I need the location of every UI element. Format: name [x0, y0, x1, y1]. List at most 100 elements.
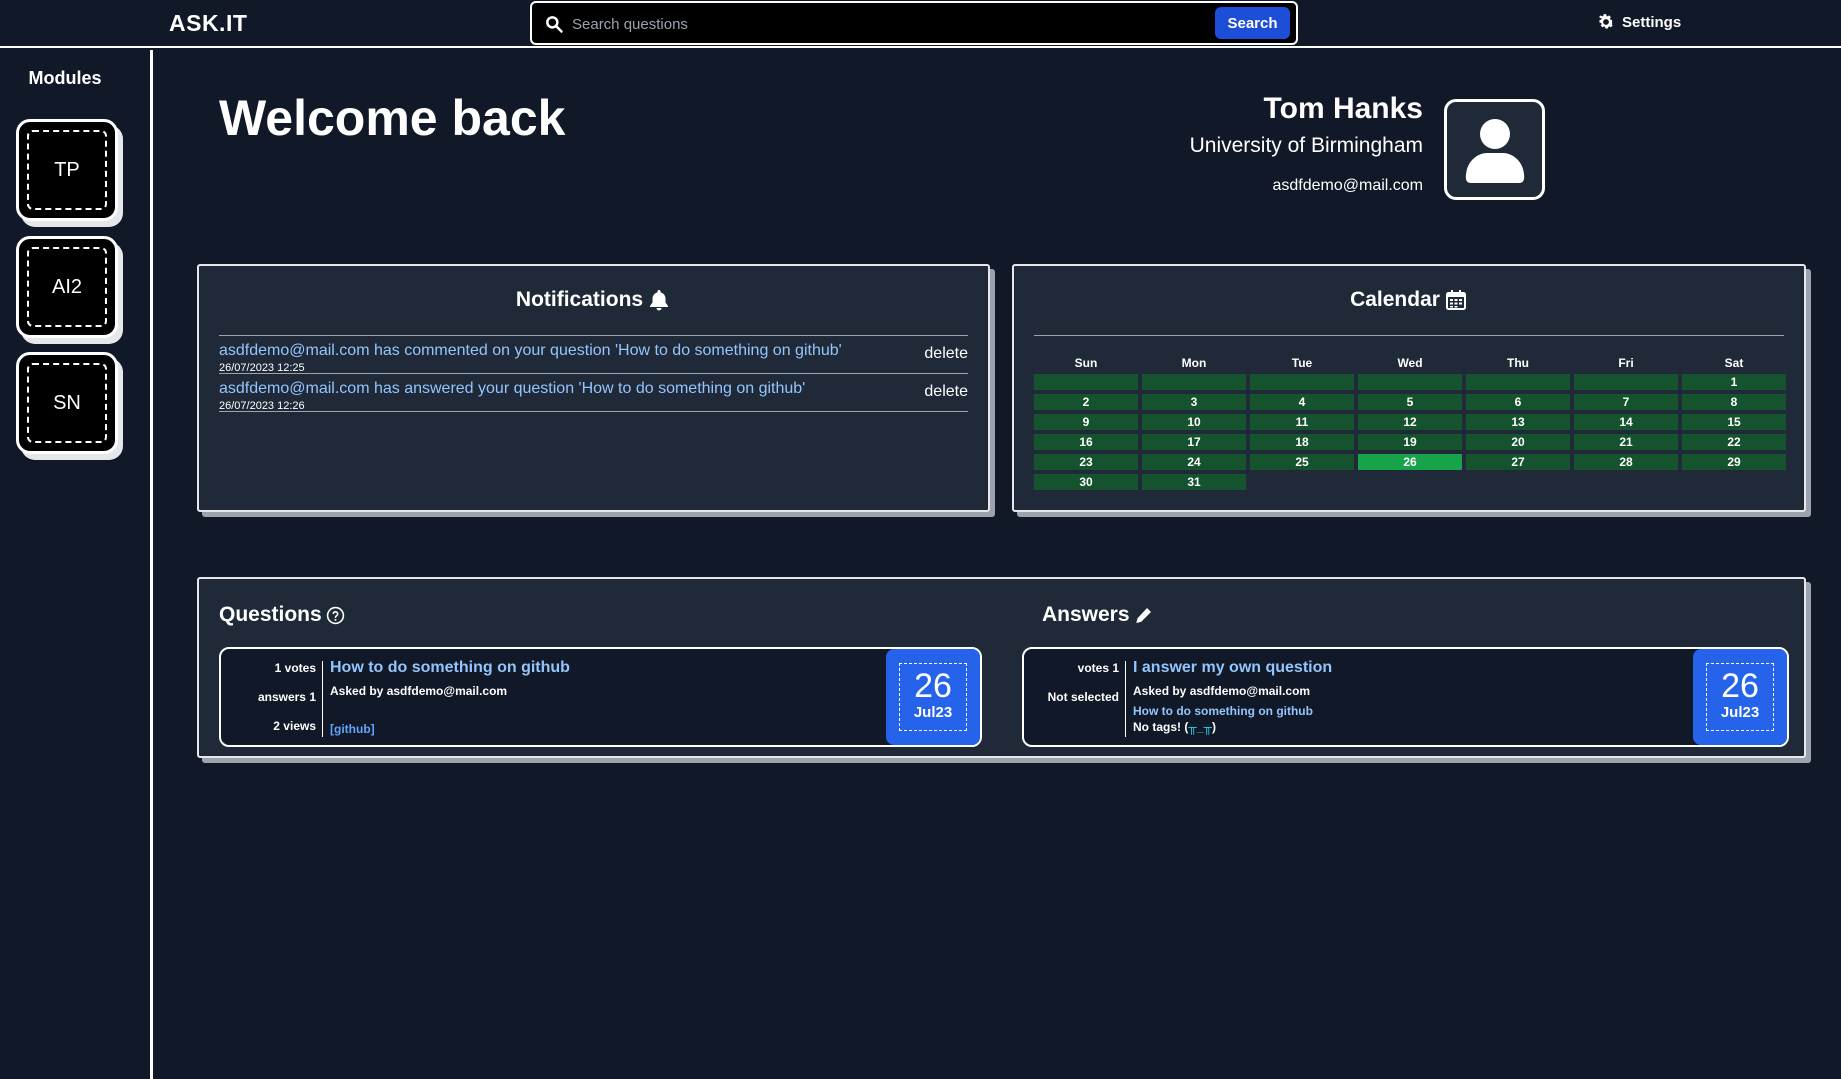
calendar-day-today[interactable]: 26: [1358, 454, 1462, 470]
calendar-day[interactable]: 22: [1682, 434, 1786, 450]
calendar-day[interactable]: 1: [1682, 374, 1786, 390]
profile-email: asdfdemo@mail.com: [1272, 177, 1423, 194]
weekday-header: Fri: [1618, 356, 1634, 370]
question-card[interactable]: 1 votes answers 1 2 views How to do some…: [219, 647, 982, 747]
calendar-day[interactable]: 30: [1034, 474, 1138, 490]
calendar-day[interactable]: 28: [1574, 454, 1678, 470]
calendar-day[interactable]: 29: [1682, 454, 1786, 470]
calendar-day[interactable]: 16: [1034, 434, 1138, 450]
date-month: Jul23: [913, 704, 953, 721]
search-button[interactable]: Search: [1215, 7, 1290, 39]
date-badge: 26 Jul23: [886, 649, 980, 745]
calendar-icon: [1445, 290, 1466, 310]
bell-icon: [650, 290, 669, 311]
divider: [1034, 335, 1784, 336]
search-input[interactable]: [572, 9, 1212, 39]
calendar-day[interactable]: 19: [1358, 434, 1462, 450]
answers-title: Answers: [1042, 603, 1153, 627]
weekday-header: Mon: [1181, 356, 1207, 370]
answer-author: Asked by asdfdemo@mail.com: [1133, 684, 1311, 698]
date-day: 26: [914, 667, 952, 705]
notifications-title: Notifications: [199, 288, 988, 312]
logo[interactable]: ASK.IT: [169, 10, 247, 37]
module-ai2[interactable]: AI2: [16, 236, 118, 338]
page-title: Welcome back: [219, 90, 566, 146]
calendar-day[interactable]: 12: [1358, 414, 1462, 430]
notifications-panel: Notifications asdfdemo@mail.com has comm…: [197, 264, 990, 512]
calendar-day[interactable]: 10: [1142, 414, 1246, 430]
calendar-day[interactable]: 17: [1142, 434, 1246, 450]
settings-button[interactable]: Settings: [1596, 12, 1681, 32]
calendar-day[interactable]: 7: [1574, 394, 1678, 410]
calendar-blank-cell: [1466, 374, 1570, 390]
weekday-header: Sun: [1074, 356, 1098, 370]
calendar-day[interactable]: 31: [1142, 474, 1246, 490]
notification-item: asdfdemo@mail.com has commented on your …: [219, 336, 968, 374]
notifications-title-text: Notifications: [515, 288, 644, 311]
calendar-day[interactable]: 9: [1034, 414, 1138, 430]
qa-panel: Questions Answers 1 votes answers 1 2 vi…: [197, 577, 1806, 758]
calendar-day[interactable]: 6: [1466, 394, 1570, 410]
calendar-day[interactable]: 21: [1574, 434, 1678, 450]
gear-icon: [1598, 14, 1614, 29]
calendar-day[interactable]: 23: [1034, 454, 1138, 470]
calendar-day[interactable]: 14: [1574, 414, 1678, 430]
calendar-day[interactable]: 24: [1142, 454, 1246, 470]
answer-card[interactable]: votes 1 Not selected I answer my own que…: [1022, 647, 1789, 747]
weekday-header: Thu: [1507, 356, 1529, 370]
notification-message[interactable]: asdfdemo@mail.com has answered your ques…: [219, 380, 805, 398]
calendar-day[interactable]: 4: [1250, 394, 1354, 410]
calendar-title-text: Calendar: [1350, 288, 1440, 311]
calendar-title: Calendar: [1014, 288, 1804, 312]
notification-time: 26/07/2023 12:25: [219, 362, 305, 374]
pencil-icon: [1135, 607, 1151, 623]
top-bar: ASK.IT Search Settings: [0, 0, 1841, 48]
date-month: Jul23: [1720, 704, 1760, 721]
calendar-grid: Sun Mon Tue Wed Thu Fri Sat 1 2 3 4 5 6 7 8 9 10 11 12 13 14…: [1034, 356, 1786, 490]
weekday-header: Tue: [1291, 356, 1313, 370]
calendar-blank-cell: [1142, 374, 1246, 390]
calendar-day[interactable]: 18: [1250, 434, 1354, 450]
question-title-link[interactable]: How to do something on github: [330, 659, 570, 677]
delete-notification-button[interactable]: delete: [924, 383, 968, 401]
divider: [1125, 661, 1126, 737]
no-tags-text: No tags! (╥_╥): [1133, 720, 1216, 734]
search-icon: [546, 16, 563, 33]
delete-notification-button[interactable]: delete: [924, 345, 968, 363]
answer-count: answers 1: [257, 690, 316, 704]
calendar-day[interactable]: 11: [1250, 414, 1354, 430]
date-day: 26: [1721, 667, 1759, 705]
calendar-day[interactable]: 13: [1466, 414, 1570, 430]
calendar-day[interactable]: 27: [1466, 454, 1570, 470]
parent-question-link[interactable]: How to do something on github: [1133, 704, 1313, 718]
question-circle-icon: [326, 606, 344, 624]
calendar-day[interactable]: 3: [1142, 394, 1246, 410]
calendar-day[interactable]: 5: [1358, 394, 1462, 410]
calendar-day[interactable]: 8: [1682, 394, 1786, 410]
module-label: AI2: [27, 247, 107, 327]
search-bar: Search: [530, 1, 1298, 45]
notification-time: 26/07/2023 12:26: [219, 400, 305, 412]
vote-count: 1 votes: [274, 661, 316, 675]
calendar-day[interactable]: 25: [1250, 454, 1354, 470]
answer-stats: votes 1 Not selected: [1024, 661, 1119, 719]
module-tp[interactable]: TP: [16, 119, 118, 221]
sidebar-title: Modules: [28, 68, 102, 88]
calendar-day[interactable]: 20: [1466, 434, 1570, 450]
notification-message[interactable]: asdfdemo@mail.com has commented on your …: [219, 342, 842, 360]
weekday-header: Wed: [1397, 356, 1423, 370]
answer-title-link[interactable]: I answer my own question: [1133, 659, 1332, 677]
calendar-day[interactable]: 15: [1682, 414, 1786, 430]
avatar[interactable]: [1444, 99, 1545, 200]
calendar-blank-cell: [1250, 374, 1354, 390]
questions-title: Questions: [219, 603, 345, 627]
questions-title-text: Questions: [219, 603, 322, 626]
module-sn[interactable]: SN: [16, 352, 118, 454]
question-author: Asked by asdfdemo@mail.com: [330, 684, 508, 698]
no-tags-label: No tags! (: [1133, 720, 1189, 734]
calendar-blank-cell: [1574, 374, 1678, 390]
selection-status: Not selected: [1047, 690, 1119, 704]
answers-title-text: Answers: [1042, 603, 1130, 626]
calendar-day[interactable]: 2: [1034, 394, 1138, 410]
tag-link[interactable]: [github]: [330, 722, 375, 736]
